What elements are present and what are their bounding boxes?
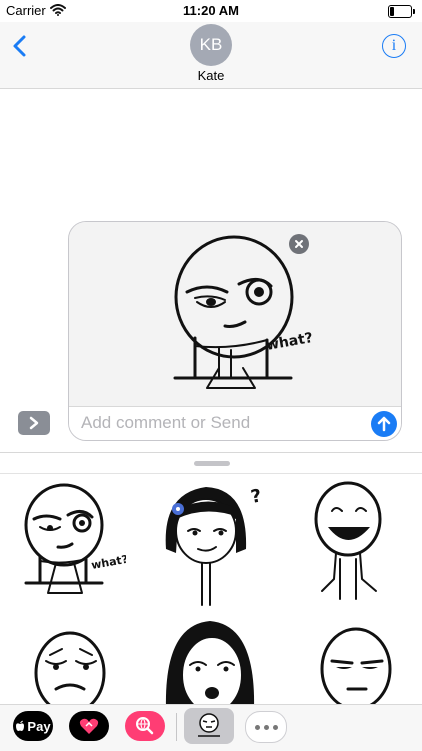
- contact-name[interactable]: Kate: [0, 68, 422, 83]
- divider: [0, 473, 422, 474]
- more-icon: [254, 724, 278, 730]
- sticker-preview: what?: [69, 222, 401, 406]
- conversation-header: KB Kate i: [0, 22, 422, 89]
- sticker-what-face[interactable]: what?: [6, 477, 129, 597]
- drawer-grabber[interactable]: [194, 461, 230, 466]
- what-face-sticker: what?: [24, 483, 129, 594]
- divider: [176, 713, 177, 741]
- worried-face-sticker: [34, 631, 106, 715]
- smiling-man-sticker: [314, 481, 382, 600]
- app-drawer-bar: Pay: [0, 704, 422, 751]
- sticker-caption: what?: [265, 330, 314, 354]
- heart-app-button[interactable]: [69, 711, 109, 741]
- comment-field[interactable]: Add comment or Send: [69, 407, 401, 440]
- sticker-smiling-man[interactable]: [298, 479, 418, 600]
- globe-search-app-button[interactable]: [125, 711, 165, 741]
- globe-search-icon: [136, 717, 154, 735]
- battery-icon: [388, 5, 415, 18]
- close-icon: [295, 240, 303, 248]
- status-bar: Carrier 11:20 AM: [0, 0, 422, 22]
- confused-girl-sticker: ?: [165, 485, 263, 606]
- arrow-up-icon: [377, 416, 391, 432]
- apple-pay-label: Pay: [27, 718, 51, 734]
- unimpressed-face-sticker: [320, 627, 392, 711]
- meme-sticker-app-button[interactable]: [184, 708, 234, 744]
- sticker-caption: what?: [90, 553, 126, 572]
- expand-button[interactable]: [18, 411, 50, 435]
- more-apps-button[interactable]: [245, 711, 287, 743]
- back-chevron-icon[interactable]: [10, 34, 32, 58]
- surprised-girl-sticker: [165, 621, 255, 714]
- sticker-caption: ?: [249, 485, 263, 507]
- info-icon[interactable]: i: [382, 34, 406, 58]
- send-button[interactable]: [371, 411, 397, 437]
- apple-pay-button[interactable]: Pay: [13, 711, 53, 741]
- sticker-confused-girl[interactable]: ?: [152, 479, 272, 606]
- what-face-sticker: what?: [173, 235, 314, 389]
- clock: 11:20 AM: [183, 3, 239, 18]
- apple-icon: [16, 720, 25, 731]
- message-composer: what? Add comment or Send: [68, 221, 402, 441]
- contact-avatar[interactable]: KB: [190, 24, 232, 66]
- heart-app-icon: [79, 718, 99, 734]
- comment-placeholder: Add comment or Send: [81, 413, 251, 432]
- meme-sticker-app-icon: [198, 713, 220, 737]
- remove-sticker-button[interactable]: [289, 234, 309, 254]
